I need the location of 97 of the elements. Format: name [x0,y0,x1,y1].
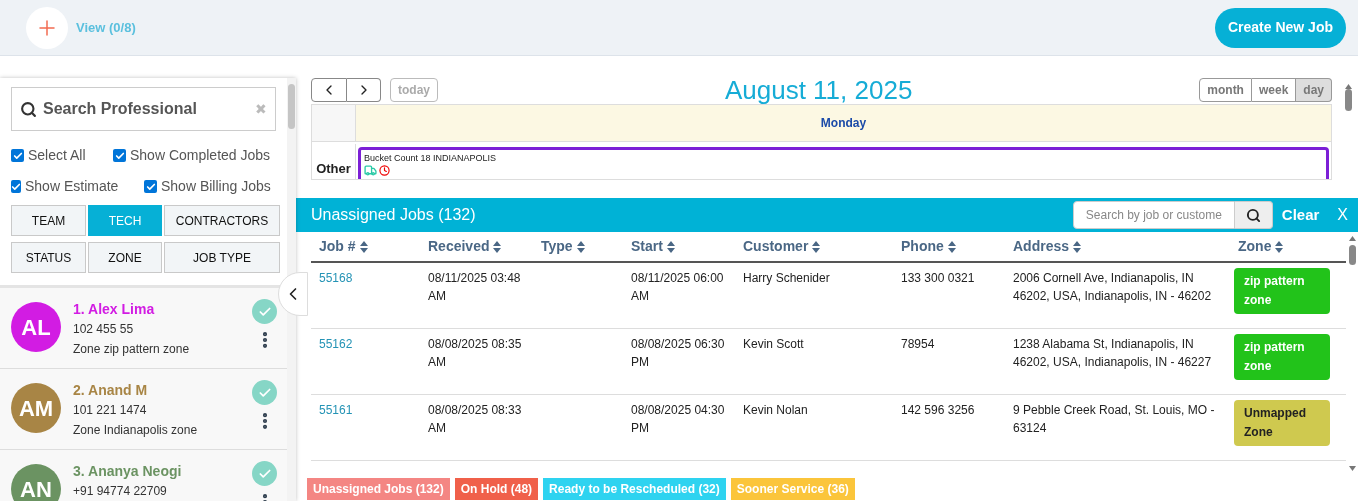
sort-icon[interactable] [493,240,502,253]
column-header[interactable]: Zone [1230,236,1340,257]
create-job-button[interactable]: Create New Job [1214,7,1346,48]
sort-icon[interactable] [1073,240,1082,253]
checkbox[interactable] [11,180,21,193]
filter-tab[interactable]: CONTRACTORS [164,205,280,236]
panel-title: Unassigned Jobs (132) [311,205,477,225]
professional-phone: 101 221 1474 [73,402,148,419]
search-icon [20,100,37,118]
checkbox[interactable] [113,149,126,162]
professional-zone: Zone Indianapolis zone [73,422,199,439]
column-header[interactable]: Customer [735,236,893,257]
sort-icon[interactable] [947,240,956,253]
table-cell-text: 08/08/2025 06:30 PM [630,336,726,371]
job-link[interactable]: 55162 [311,335,420,394]
search-button[interactable] [1234,201,1273,229]
search-icon [1245,207,1261,223]
avatar: AN [11,464,61,501]
queue-tab[interactable]: On Hold (48) [454,478,539,500]
table-cell-text: 142 596 3256 [900,402,976,419]
calendar-event[interactable]: Bucket Count 18 INDIANAPOLIS [358,147,1329,179]
table-cell-text: 08/08/2025 04:30 PM [630,402,726,437]
check-icon[interactable] [252,299,277,324]
table-cell-text: 9 Pebble Creek Road, St. Louis, MO - 63124 [1012,402,1216,437]
column-header[interactable]: Address [1005,236,1230,257]
close-button[interactable]: X [1337,203,1348,227]
checkbox-label: Show Completed Jobs [130,146,271,165]
column-header[interactable]: Start [623,236,735,257]
filter-tab[interactable]: STATUS [11,242,86,273]
table-cell-text: 1238 Alabama St, Indianapolis, IN 46202, USA, Indianapolis, IN - 46227 [1012,336,1213,371]
table-cell-text: Kevin Scott [742,336,805,353]
checkbox-label: Show Estimate [25,177,119,196]
filter-tab[interactable]: TEAM [11,205,86,236]
professional-name: 3. Ananya Neogi [73,462,183,481]
scrollbar[interactable] [287,78,296,501]
professional-phone: +91 94774 22709 [73,483,168,500]
table-cell-text: 08/11/2025 06:00 AM [630,270,725,305]
professional-item[interactable]: AL 1. Alex Lima 102 455 55 Zone zip pattern zone [0,288,287,369]
clear-button[interactable]: Clear [1281,203,1320,227]
filter-tab[interactable]: TECH [88,205,162,236]
checkbox[interactable] [144,180,157,193]
view-tab[interactable]: month [1199,78,1252,102]
avatar: AM [11,383,61,433]
professional-item[interactable]: AM 2. Anand M 101 221 1474 Zone Indianapolis zone [0,369,287,450]
column-header[interactable]: Job # [311,236,420,257]
sort-icon[interactable] [576,240,585,253]
zone-badge: Unmapped Zone [1234,400,1330,446]
filter-tab[interactable]: JOB TYPE [164,242,280,273]
job-link[interactable]: 55168 [311,269,420,328]
sort-icon[interactable] [359,240,368,253]
avatar: AL [11,302,61,352]
checkbox-label: Show Billing Jobs [161,177,271,196]
table-cell-text: 133 300 0321 [900,270,976,287]
professional-name: 1. Alex Lima [73,300,156,319]
scroll-up-icon[interactable] [1348,236,1356,241]
sort-icon[interactable] [1275,240,1284,253]
today-button[interactable]: today [390,78,438,102]
professional-zone: Zone zip pattern zone [73,341,191,358]
sort-icon[interactable] [666,240,675,253]
checkbox[interactable] [11,149,24,162]
clock-icon [379,165,390,176]
view-tab[interactable]: day [1296,78,1332,102]
zone-badge: zip pattern zone [1234,268,1330,314]
job-search-field[interactable]: Search by job or custome [1072,201,1235,229]
event-title: Bucket Count 18 INDIANAPOLIS [364,153,498,163]
table-cell-text: Harry Schenider [742,270,831,287]
truck-icon [364,164,377,177]
table-cell-text: 08/11/2025 03:48 AM [427,270,522,305]
professional-item[interactable]: AN 3. Ananya Neogi +91 94774 22709 [0,450,287,501]
scroll-down-icon[interactable] [1348,466,1356,471]
scroll-thumb[interactable] [288,84,295,129]
queue-tab[interactable]: Unassigned Jobs (132) [307,478,450,500]
checkbox-label: Select All [28,146,86,165]
filter-tab[interactable]: ZONE [88,242,162,273]
scroll-thumb[interactable] [1344,89,1352,111]
calendar-title: August 11, 2025 [723,73,914,107]
sort-icon[interactable] [812,240,821,253]
table-cell-text: 78954 [900,336,936,353]
next-button[interactable] [347,78,381,102]
check-icon[interactable] [252,380,277,405]
table-cell-text: 08/08/2025 08:33 AM [427,402,523,437]
table-cell-text: Kevin Nolan [742,402,809,419]
row-label: Other [312,144,356,179]
table-cell-text: 2006 Cornell Ave, Indianapolis, IN 46202, USA, Indianapolis, IN - 46202 [1012,270,1213,305]
check-icon[interactable] [252,461,277,486]
professional-phone: 102 455 55 [73,321,135,338]
day-header: Monday [356,105,1331,142]
zone-badge: zip pattern zone [1234,334,1330,380]
scroll-thumb[interactable] [1348,245,1356,265]
column-header[interactable]: Received [420,236,533,257]
view-tab[interactable]: week [1251,78,1297,102]
column-header[interactable]: Type [533,236,623,257]
job-link[interactable]: 55161 [311,401,420,460]
table-cell-text: 08/08/2025 08:35 AM [427,336,523,371]
professional-name: 2. Anand M [73,381,149,400]
column-header[interactable]: Phone [893,236,1005,257]
previous-button[interactable] [311,78,347,102]
